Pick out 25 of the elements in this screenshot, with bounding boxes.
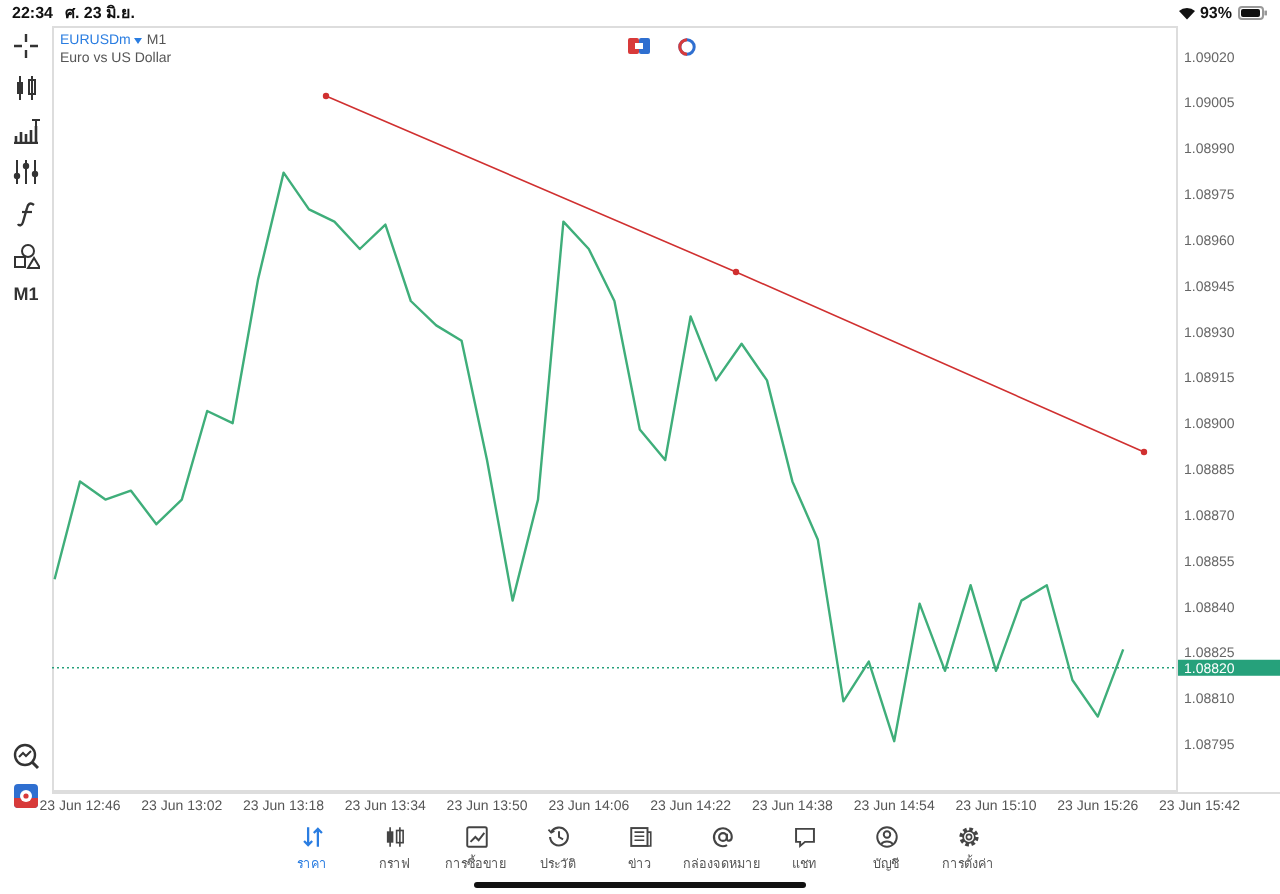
sliders-icon[interactable] — [12, 158, 40, 186]
news-icon — [627, 824, 653, 850]
status-date: ศ. 23 มิ.ย. — [64, 2, 135, 26]
app-logo-icon[interactable] — [14, 784, 38, 808]
person-icon — [873, 824, 899, 850]
wifi-icon — [1177, 6, 1196, 20]
candlestick-icon — [381, 824, 407, 850]
history-icon — [545, 824, 571, 850]
settings-icon — [955, 824, 981, 850]
function-icon[interactable] — [12, 200, 40, 228]
crosshair-icon[interactable] — [12, 32, 40, 60]
shapes-icon[interactable] — [12, 242, 40, 270]
caret-icon[interactable] — [134, 38, 143, 44]
status-time: 22:34 — [12, 4, 53, 22]
bar-chart-icon[interactable] — [12, 116, 40, 144]
zoom-chart-icon[interactable] — [12, 742, 40, 770]
trade-panel-icon[interactable] — [628, 38, 650, 54]
timeframe-button[interactable]: M1 — [13, 284, 39, 304]
candlestick-icon[interactable] — [12, 74, 40, 102]
line-chart-icon — [463, 824, 489, 850]
chat-bubble-icon — [791, 824, 817, 850]
battery-icon — [1238, 6, 1268, 20]
price-arrows-icon — [299, 824, 325, 850]
battery-level: 93% — [1199, 4, 1232, 22]
at-sign-icon — [709, 824, 735, 850]
